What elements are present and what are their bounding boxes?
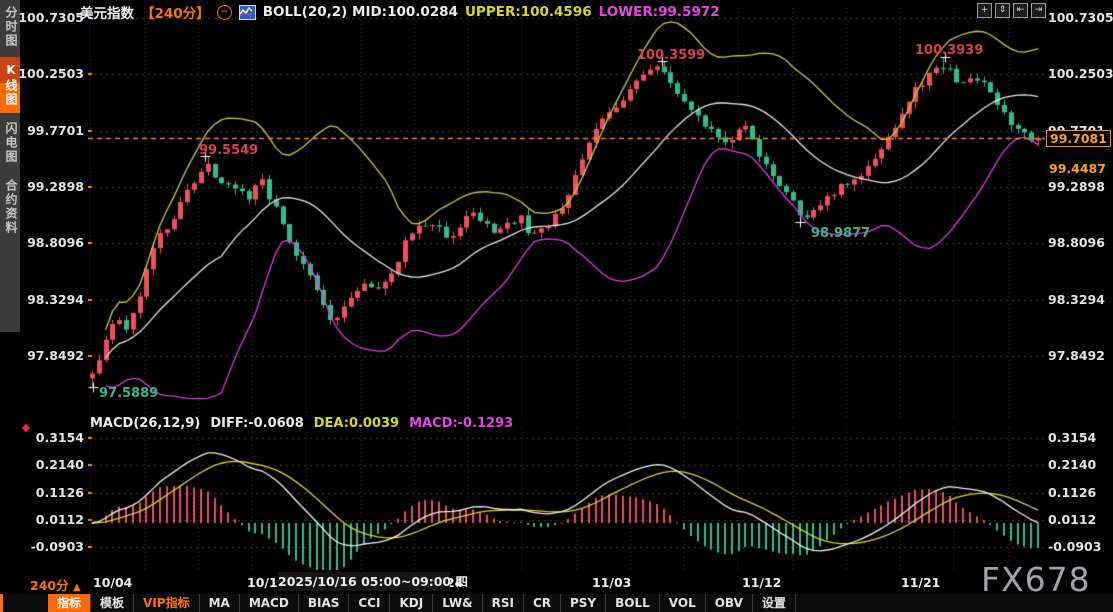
period-label: 【240分】 xyxy=(141,2,210,22)
macd-tick-right: -0.0903 xyxy=(1048,539,1112,554)
macd-tick-left: 0.1126 xyxy=(0,485,84,500)
sidebar-tab-time-chart[interactable]: 分时图 xyxy=(0,0,20,54)
chart-application: 分时图K线图闪电图合约资料 美元指数 【240分】 − BOLL(20,2) M… xyxy=(0,0,1113,612)
bar-range-tooltip: 2025/10/16 05:00~09:00 四 xyxy=(278,572,450,591)
bottom-tab-psy[interactable]: PSY xyxy=(561,594,606,612)
price-tick-right: 98.3294 xyxy=(1048,292,1112,307)
price-tick-left: 97.8492 xyxy=(0,348,84,363)
macd-tick-left: 0.3154 xyxy=(0,430,84,445)
macd-tick-left: 0.0112 xyxy=(0,512,84,527)
bottom-tab-lwr[interactable]: LW& xyxy=(433,594,482,612)
boll-indicator-label: BOLL(20,2) MID:100.0284 xyxy=(263,4,458,20)
price-tick-right: 98.8096 xyxy=(1048,235,1112,250)
price-tick-right: 100.2503 xyxy=(1048,66,1112,81)
bottom-tab-rsi[interactable]: RSI xyxy=(483,594,524,612)
price-tick-right: 100.7305 xyxy=(1048,10,1112,25)
macd-hist-value: MACD:-0.1293 xyxy=(409,416,513,431)
timeframe-badge[interactable]: 240分 ▲ xyxy=(30,575,81,594)
annotation-100.3599: 100.3599 xyxy=(637,48,705,63)
macd-tick-right: 0.2140 xyxy=(1048,457,1112,472)
price-tick-left: 99.7701 xyxy=(0,123,84,138)
pan-icon[interactable]: + xyxy=(977,3,992,18)
bottom-tab-templates[interactable]: 模板 xyxy=(91,594,134,612)
bottom-tab-bias[interactable]: BIAS xyxy=(299,594,350,612)
macd-tick-left: -0.0903 xyxy=(0,539,84,554)
price-tick-left: 98.3294 xyxy=(0,292,84,307)
up-triangle-icon: ▲ xyxy=(73,582,81,593)
candlestick-chart-canvas[interactable] xyxy=(88,8,1045,418)
chart-tool-icons: +⇕⇤⇥ xyxy=(977,3,1046,18)
annotation-99.5549: 99.5549 xyxy=(199,143,258,158)
annotation-97.5889: 97.5889 xyxy=(99,386,158,401)
price-tick-right: 99.2898 xyxy=(1048,179,1112,194)
zoom-horizontal-axis-icon[interactable]: ⇤ xyxy=(1013,3,1028,18)
indicator-toolbar: 指标模板VIP指标MAMACDBIASCCIKDJLW&RSICRPSYBOLL… xyxy=(0,594,1113,612)
price-tick-left: 98.8096 xyxy=(0,235,84,250)
macd-tick-right: 0.1126 xyxy=(1048,485,1112,500)
zoom-vertical-axis-icon[interactable]: ⇕ xyxy=(995,3,1010,18)
boll-upper-value: UPPER:100.4596 xyxy=(465,4,592,20)
chart-header: 美元指数 【240分】 − BOLL(20,2) MID:100.0284 UP… xyxy=(80,3,720,21)
annotation-100.3939: 100.3939 xyxy=(915,43,983,58)
bottom-tab-cr[interactable]: CR xyxy=(524,594,561,612)
date-tick-10-04: 10/04 xyxy=(93,575,132,590)
price-tick-left: 99.2898 xyxy=(0,179,84,194)
bottom-tab-cci[interactable]: CCI xyxy=(349,594,390,612)
bottom-tab-boll[interactable]: BOLL xyxy=(606,594,660,612)
date-tick-11-21: 11/21 xyxy=(901,575,940,590)
bottom-tab-obv[interactable]: OBV xyxy=(706,594,753,612)
symbol-name: 美元指数 xyxy=(80,2,134,22)
boll-lower-value: LOWER:99.5972 xyxy=(599,4,720,20)
bottom-tab-indicators[interactable]: 指标 xyxy=(48,594,91,612)
macd-params-label: MACD(26,12,9) xyxy=(90,416,200,431)
date-tick-11-12: 11/12 xyxy=(742,575,781,590)
price-tick-left: 100.2503 xyxy=(0,66,84,81)
bottom-tab-vip-indicators[interactable]: VIP指标 xyxy=(134,594,200,612)
shift-right-icon[interactable]: ⇥ xyxy=(1031,3,1046,18)
current-price-marker: 99.7081 xyxy=(1046,130,1111,147)
bottom-tab-settings[interactable]: 设置 xyxy=(753,594,796,612)
bottom-tab-vol[interactable]: VOL xyxy=(660,594,706,612)
macd-tick-right: 0.0112 xyxy=(1048,512,1112,527)
macd-dea-value: DEA:0.0039 xyxy=(314,416,399,431)
mini-chart-icon[interactable] xyxy=(239,5,256,20)
bottom-tab-kdj[interactable]: KDJ xyxy=(390,594,433,612)
date-tick-11-03: 11/03 xyxy=(592,575,631,590)
macd-diff-value: DIFF:-0.0608 xyxy=(210,416,303,431)
annotation-98.9877: 98.9877 xyxy=(811,226,870,241)
bottom-tab-macd[interactable]: MACD xyxy=(240,594,299,612)
chart-type-sidebar: 分时图K线图闪电图合约资料 xyxy=(0,0,20,332)
macd-tick-left: 0.2140 xyxy=(0,457,84,472)
secondary-price-marker: 99.4487 xyxy=(1046,161,1109,176)
macd-chart-canvas[interactable] xyxy=(88,428,1045,570)
macd-tick-right: 0.3154 xyxy=(1048,430,1112,445)
toolbar-edge-accent xyxy=(0,594,3,612)
macd-header: MACD(26,12,9) DIFF:-0.0608 DEA:0.0039 MA… xyxy=(90,416,513,431)
price-tick-right: 97.8492 xyxy=(1048,348,1112,363)
crosshair-circle-icon[interactable]: − xyxy=(217,5,232,20)
price-tick-left: 100.7305 xyxy=(0,10,84,25)
bottom-tab-ma[interactable]: MA xyxy=(200,594,240,612)
